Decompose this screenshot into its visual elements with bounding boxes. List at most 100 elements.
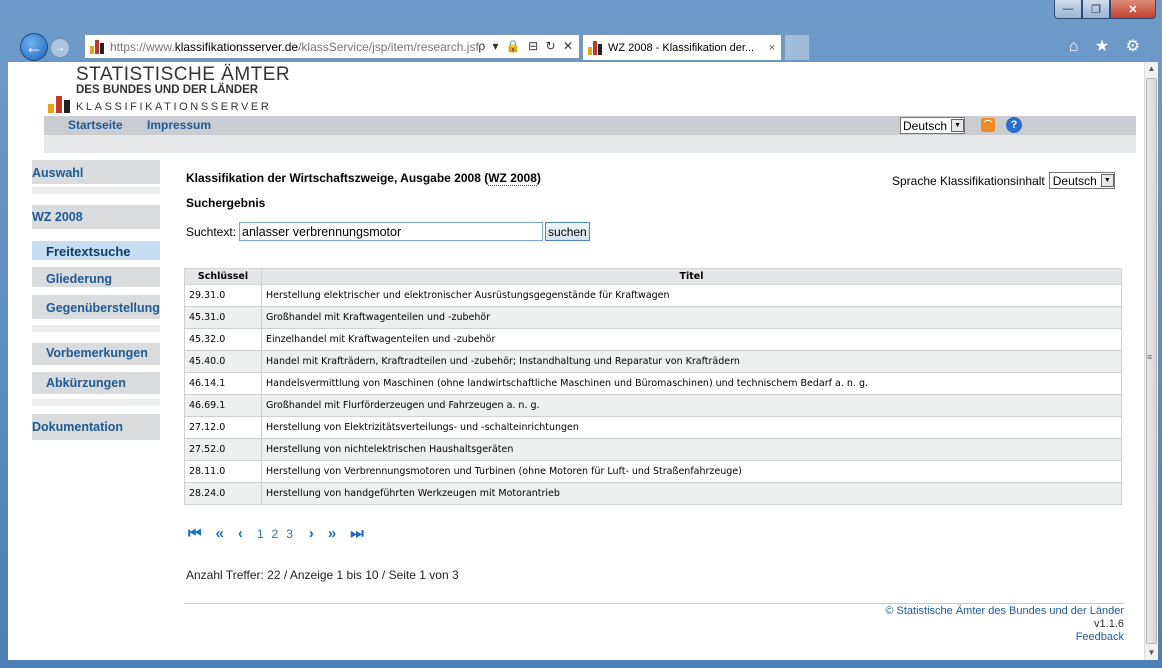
logo-bars-icon: [48, 74, 70, 113]
table-row[interactable]: 28.24.0 Herstellung von handgeführten Wer…: [184, 482, 1122, 505]
footer-divider: [184, 603, 1124, 604]
page-link-3[interactable]: 3: [286, 527, 293, 541]
row-key[interactable]: 45.32.0: [184, 328, 262, 351]
nav-impressum-link[interactable]: Impressum: [147, 118, 211, 132]
address-tools[interactable]: ρ ▾ 🔒 ⊟ ↻ ✕: [478, 39, 575, 53]
scroll-down-icon[interactable]: ▼: [1145, 646, 1158, 660]
column-header-key[interactable]: Schlüssel: [184, 268, 262, 285]
last-page-icon[interactable]: ⏭: [350, 525, 364, 542]
first-page-icon[interactable]: ⏮: [188, 525, 202, 542]
browser-toolbar-icons[interactable]: ⌂ ★ ⚙: [1069, 36, 1146, 56]
table-row[interactable]: 27.12.0 Herstellung von Elektrizitätsvert…: [184, 416, 1122, 439]
table-row[interactable]: 46.69.1 Großhandel mit Flurförderzeugen u…: [184, 394, 1122, 417]
content-language-value: Deutsch: [1052, 173, 1097, 188]
row-key[interactable]: 45.40.0: [184, 350, 262, 373]
row-title[interactable]: Herstellung von nichtelektrischen Hausha…: [261, 438, 1122, 461]
row-key[interactable]: 27.12.0: [184, 416, 262, 439]
nav-startseite-link[interactable]: Startseite: [68, 118, 123, 132]
results-heading: Suchergebnis: [186, 196, 266, 210]
sidebar-item-abkuerzungen[interactable]: Abkürzungen: [32, 376, 160, 390]
vertical-scrollbar[interactable]: ▲ ≡ ▼: [1144, 62, 1158, 660]
row-key[interactable]: 28.24.0: [184, 482, 262, 505]
sidebar-divider: [32, 398, 160, 406]
row-title[interactable]: Einzelhandel mit Kraftwagenteilen und -z…: [261, 328, 1122, 351]
sidebar-item-vorbemerkungen[interactable]: Vorbemerkungen: [32, 346, 160, 360]
new-tab-button[interactable]: [784, 34, 810, 60]
version-label: v1.1.6: [1094, 618, 1124, 630]
maximize-button[interactable]: ❐: [1082, 0, 1110, 19]
fast-back-icon[interactable]: «: [216, 525, 224, 542]
minimize-button[interactable]: —: [1054, 0, 1082, 19]
table-row[interactable]: 29.31.0 Herstellung elektrischer und elek…: [184, 284, 1122, 307]
table-header-row: Schlüssel Titel: [184, 268, 1122, 285]
table-row[interactable]: 45.31.0 Großhandel mit Kraftwagenteilen u…: [184, 306, 1122, 329]
chevron-down-icon: ▼: [951, 119, 965, 132]
browser-navbar: ← → https://www. klassifikationsserver.de…: [0, 30, 1162, 62]
table-row[interactable]: 45.32.0 Einzelhandel mit Kraftwagenteilen…: [184, 328, 1122, 351]
title-prefix: Klassifikation der Wirtschaftszweige, Au…: [186, 171, 489, 185]
content-language-label: Sprache Klassifikationsinhalt: [892, 173, 1045, 188]
column-header-title[interactable]: Titel: [261, 268, 1122, 285]
close-window-button[interactable]: ✕: [1110, 0, 1156, 19]
sidebar-item-wz2008[interactable]: WZ 2008: [32, 210, 160, 224]
title-suffix: ): [536, 171, 541, 185]
language-select[interactable]: Deutsch ▼: [900, 117, 966, 134]
sidebar-item-gegenueberstellung[interactable]: Gegenüberstellung: [32, 301, 160, 315]
row-title[interactable]: Großhandel mit Flurförderzeugen und Fahr…: [261, 394, 1122, 417]
table-row[interactable]: 28.11.0 Herstellung von Verbrennungsmotor…: [184, 460, 1122, 483]
table-row[interactable]: 45.40.0 Handel mit Krafträdern, Kraftradt…: [184, 350, 1122, 373]
row-key[interactable]: 45.31.0: [184, 306, 262, 329]
site-logo[interactable]: STATISTISCHE ÄMTER DES BUNDES UND DER LÄ…: [48, 64, 291, 113]
fast-forward-icon[interactable]: »: [328, 525, 336, 542]
sidebar-item-auswahl[interactable]: Auswahl: [32, 166, 160, 180]
top-navigation: Startseite Impressum Deutsch ▼ ⌒ ?: [44, 116, 1136, 135]
help-icon[interactable]: ?: [1006, 117, 1022, 133]
search-input[interactable]: [239, 222, 544, 241]
row-key[interactable]: 29.31.0: [184, 284, 262, 307]
rss-icon[interactable]: ⌒: [981, 118, 995, 132]
sidebar-item-freitextsuche[interactable]: Freitextsuche: [32, 241, 160, 260]
url-path: /klassService/jsp/item/research.jsf: [298, 39, 479, 54]
row-title[interactable]: Herstellung von Elektrizitätsverteilungs…: [261, 416, 1122, 439]
forward-button[interactable]: →: [50, 38, 70, 58]
scroll-up-icon[interactable]: ▲: [1145, 62, 1158, 76]
search-button[interactable]: suchen: [545, 222, 590, 241]
row-key[interactable]: 28.11.0: [184, 460, 262, 483]
content-language-selector: Sprache Klassifikationsinhalt Deutsch ▼: [892, 172, 1115, 189]
title-abbreviation: WZ 2008: [488, 171, 537, 186]
sidebar-item-gliederung[interactable]: Gliederung: [32, 272, 160, 286]
row-title[interactable]: Handel mit Krafträdern, Kraftradteilen u…: [261, 350, 1122, 373]
browser-tab[interactable]: WZ 2008 - Klassifikation der... ×: [582, 34, 782, 60]
prev-page-icon[interactable]: ‹: [238, 525, 243, 542]
results-table: Schlüssel Titel 29.31.0 Herstellung elekt…: [184, 268, 1122, 505]
address-bar[interactable]: https://www. klassifikationsserver.de/kla…: [84, 34, 580, 59]
sidebar-item-dokumentation[interactable]: Dokumentation: [32, 420, 160, 434]
copyright-link[interactable]: © Statistische Ämter des Bundes und der …: [885, 605, 1124, 618]
logo-line3: KLASSIFIKATIONSSERVER: [76, 101, 272, 113]
content-language-select[interactable]: Deutsch ▼: [1048, 172, 1115, 189]
row-title[interactable]: Großhandel mit Kraftwagenteilen und -zub…: [261, 306, 1122, 329]
logo-line1: STATISTISCHE ÄMTER: [76, 64, 291, 85]
next-page-icon[interactable]: ›: [309, 525, 314, 542]
table-row[interactable]: 46.14.1 Handelsvermittlung von Maschinen …: [184, 372, 1122, 395]
row-title[interactable]: Herstellung von handgeführten Werkzeugen…: [261, 482, 1122, 505]
table-row[interactable]: 27.52.0 Herstellung von nichtelektrischen…: [184, 438, 1122, 461]
feedback-link[interactable]: Feedback: [885, 631, 1124, 644]
row-key[interactable]: 46.69.1: [184, 394, 262, 417]
row-title[interactable]: Herstellung von Verbrennungsmotoren und …: [261, 460, 1122, 483]
window-controls: — ❐ ✕: [1054, 0, 1156, 19]
row-key[interactable]: 27.52.0: [184, 438, 262, 461]
row-key[interactable]: 46.14.1: [184, 372, 262, 395]
row-title[interactable]: Herstellung elektrischer und elektronisc…: [261, 284, 1122, 307]
page-link-1[interactable]: 1: [257, 527, 264, 541]
logo-line2: DES BUNDES UND DER LÄNDER: [76, 84, 259, 96]
row-title[interactable]: Handelsvermittlung von Maschinen (ohne l…: [261, 372, 1122, 395]
tab-close-icon[interactable]: ×: [769, 42, 775, 54]
page-link-2[interactable]: 2: [272, 527, 279, 541]
scrollbar-grip-icon: ≡: [1147, 352, 1153, 362]
back-button[interactable]: ←: [20, 33, 48, 61]
search-label: Suchtext:: [186, 224, 237, 239]
chevron-down-icon: ▼: [1100, 174, 1114, 187]
language-value: Deutsch: [903, 118, 948, 133]
site-favicon-icon: [90, 39, 106, 54]
